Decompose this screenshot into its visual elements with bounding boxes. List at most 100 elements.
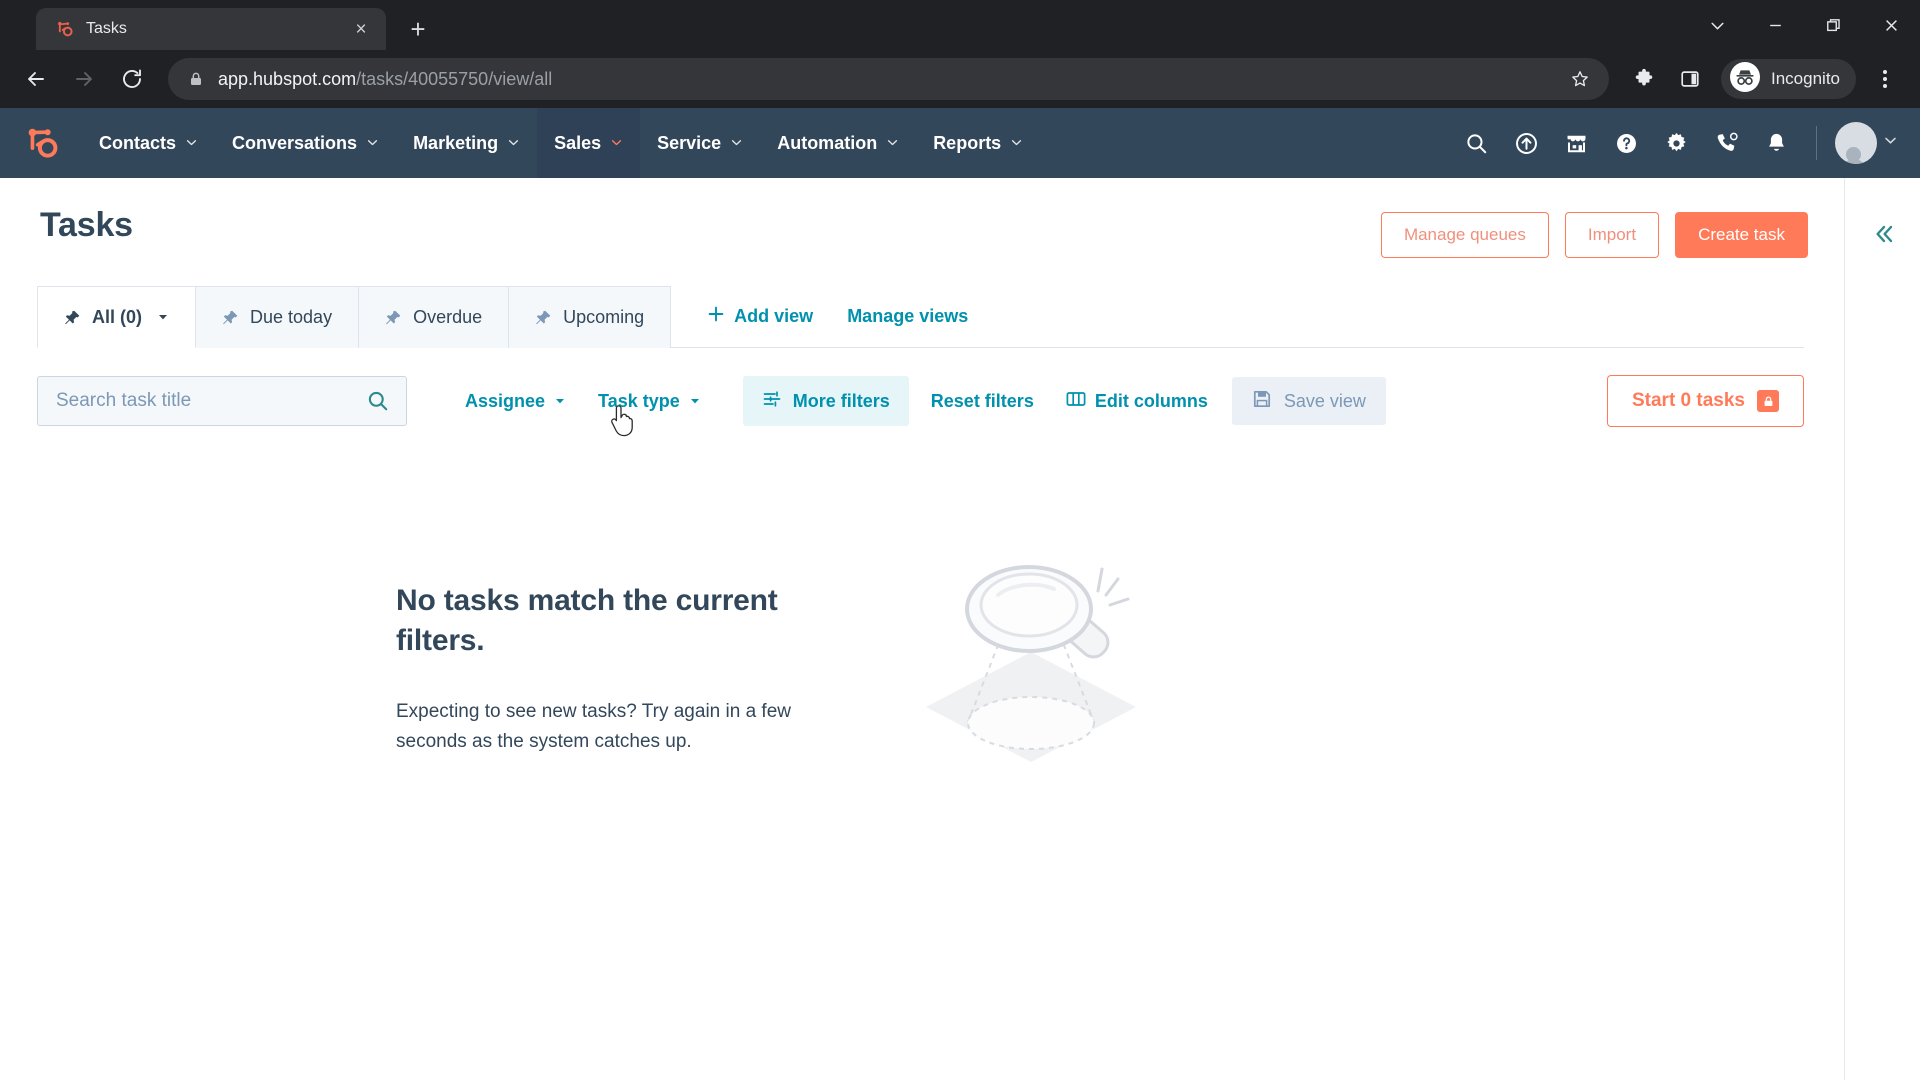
create-task-button[interactable]: Create task xyxy=(1675,212,1808,258)
chevron-down-icon xyxy=(886,133,899,154)
more-filters-button[interactable]: More filters xyxy=(742,376,909,426)
more-filters-label: More filters xyxy=(792,390,890,411)
pin-icon xyxy=(64,309,81,326)
plus-icon xyxy=(707,305,725,328)
pin-icon xyxy=(535,309,552,326)
mouse-cursor-pointer xyxy=(608,405,638,444)
caret-down-icon xyxy=(554,391,566,412)
new-tab-button[interactable]: + xyxy=(400,11,436,47)
browser-toolbar: app.hubspot.com/tasks/40055750/view/all xyxy=(0,50,1920,108)
page-title: Tasks xyxy=(40,206,133,244)
side-panel-icon[interactable] xyxy=(1669,58,1711,100)
view-tab-due-today[interactable]: Due today xyxy=(196,286,360,348)
view-tab-overdue[interactable]: Overdue xyxy=(359,286,510,348)
views-links: Add view Manage views xyxy=(671,285,968,347)
nav-item-reports[interactable]: Reports xyxy=(916,108,1040,178)
nav-item-service[interactable]: Service xyxy=(640,108,760,178)
address-bar[interactable]: app.hubspot.com/tasks/40055750/view/all xyxy=(168,58,1609,100)
manage-views-button[interactable]: Manage views xyxy=(847,306,968,327)
magnifying-glass-illustration xyxy=(906,557,1156,782)
close-tab-icon[interactable]: × xyxy=(348,16,374,42)
view-tab-upcoming[interactable]: Upcoming xyxy=(509,286,672,348)
pin-icon xyxy=(222,309,239,326)
tab-search-chevron-icon[interactable] xyxy=(1688,0,1746,50)
manage-queues-button[interactable]: Manage queues xyxy=(1380,212,1549,258)
empty-state-text: No tasks match the current filters. Expe… xyxy=(396,581,826,758)
help-icon[interactable] xyxy=(1604,121,1648,165)
reset-filters-button[interactable]: Reset filters xyxy=(931,391,1034,412)
reload-button[interactable] xyxy=(110,57,154,101)
window-controls xyxy=(1688,0,1920,50)
start-tasks-button[interactable]: Start 0 tasks xyxy=(1606,375,1804,427)
search-input[interactable] xyxy=(56,390,366,412)
three-dot-menu-icon[interactable] xyxy=(1864,58,1906,100)
avatar-chevron-down-icon[interactable] xyxy=(1883,133,1898,153)
task-type-filter-dropdown[interactable]: Task type xyxy=(582,379,717,437)
maximize-window-icon[interactable] xyxy=(1804,0,1862,50)
back-button[interactable] xyxy=(14,57,58,101)
nav-item-marketing[interactable]: Marketing xyxy=(396,108,537,178)
view-tab-label: Due today xyxy=(250,307,333,327)
nav-item-automation[interactable]: Automation xyxy=(760,108,916,178)
empty-state-title: No tasks match the current filters. xyxy=(396,584,778,658)
incognito-indicator[interactable]: Incognito xyxy=(1721,59,1856,99)
upgrade-icon[interactable] xyxy=(1504,121,1548,165)
chevron-down-icon xyxy=(1010,133,1023,154)
avatar[interactable] xyxy=(1835,122,1877,164)
views-tab-bar: All (0) Due today Overdue Upcoming Add v… xyxy=(37,285,1804,348)
nav-divider xyxy=(1816,126,1817,160)
nav-item-sales[interactable]: Sales xyxy=(537,108,641,178)
minimize-window-icon[interactable] xyxy=(1746,0,1804,50)
add-view-label: Add view xyxy=(734,305,814,326)
nav-label: Conversations xyxy=(232,132,358,153)
page-header-actions: Manage queues Import Create task xyxy=(1380,206,1808,258)
assignee-label: Assignee xyxy=(465,390,546,411)
save-view-button[interactable]: Save view xyxy=(1231,377,1386,425)
browser-tab-title: Tasks xyxy=(86,20,127,37)
hubspot-sprocket-icon xyxy=(54,19,74,39)
hubspot-main-nav: Contacts Conversations Marketing Sales S… xyxy=(0,108,1920,178)
save-floppy-icon xyxy=(1252,389,1272,414)
search-icon[interactable] xyxy=(366,389,390,413)
nav-label: Marketing xyxy=(413,132,499,153)
nav-item-contacts[interactable]: Contacts xyxy=(82,108,215,178)
chevron-down-icon xyxy=(507,133,520,154)
nav-label: Reports xyxy=(933,132,1002,153)
nav-label: Automation xyxy=(777,132,878,153)
calling-phone-icon[interactable] xyxy=(1704,121,1748,165)
search-task-title-box[interactable] xyxy=(37,376,407,426)
collapse-panel-double-chevron-left-icon[interactable] xyxy=(1861,212,1905,256)
hubspot-nav-actions xyxy=(1454,108,1920,178)
assignee-filter-dropdown[interactable]: Assignee xyxy=(449,379,582,423)
hubspot-sprocket-logo[interactable] xyxy=(22,108,82,178)
nav-item-conversations[interactable]: Conversations xyxy=(215,108,396,178)
url-host: app.hubspot.com xyxy=(218,68,357,89)
close-window-icon[interactable] xyxy=(1862,0,1920,50)
url-path: /tasks/40055750/view/all xyxy=(356,68,553,89)
extensions-puzzle-icon[interactable] xyxy=(1623,58,1665,100)
bookmark-star-icon[interactable] xyxy=(1565,64,1595,94)
settings-gear-icon[interactable] xyxy=(1654,121,1698,165)
browser-window: Tasks × + app.hubspot.com/tasks/40055750… xyxy=(0,0,1920,1080)
notifications-bell-icon[interactable] xyxy=(1754,121,1798,165)
tasks-main-area: Tasks Manage queues Import Create task A… xyxy=(0,178,1844,1080)
columns-icon xyxy=(1066,390,1086,413)
marketplace-icon[interactable] xyxy=(1554,121,1598,165)
browser-tab[interactable]: Tasks × xyxy=(36,8,386,50)
import-button[interactable]: Import xyxy=(1564,212,1660,258)
lock-icon xyxy=(1757,390,1779,412)
view-tab-all[interactable]: All (0) xyxy=(37,286,197,348)
caret-down-icon[interactable] xyxy=(157,307,169,328)
nav-label: Service xyxy=(657,132,722,153)
search-icon[interactable] xyxy=(1454,121,1498,165)
incognito-icon xyxy=(1729,61,1761,98)
page-header: Tasks Manage queues Import Create task xyxy=(0,178,1844,258)
lock-icon xyxy=(188,71,204,87)
add-view-button[interactable]: Add view xyxy=(707,305,813,328)
sliders-icon xyxy=(762,389,782,414)
chevron-down-icon xyxy=(610,133,623,154)
edit-columns-button[interactable]: Edit columns xyxy=(1066,390,1208,413)
chevron-down-icon xyxy=(730,133,743,154)
right-rail xyxy=(1844,178,1920,1080)
filters-toolbar: Assignee Task type xyxy=(37,375,1804,437)
